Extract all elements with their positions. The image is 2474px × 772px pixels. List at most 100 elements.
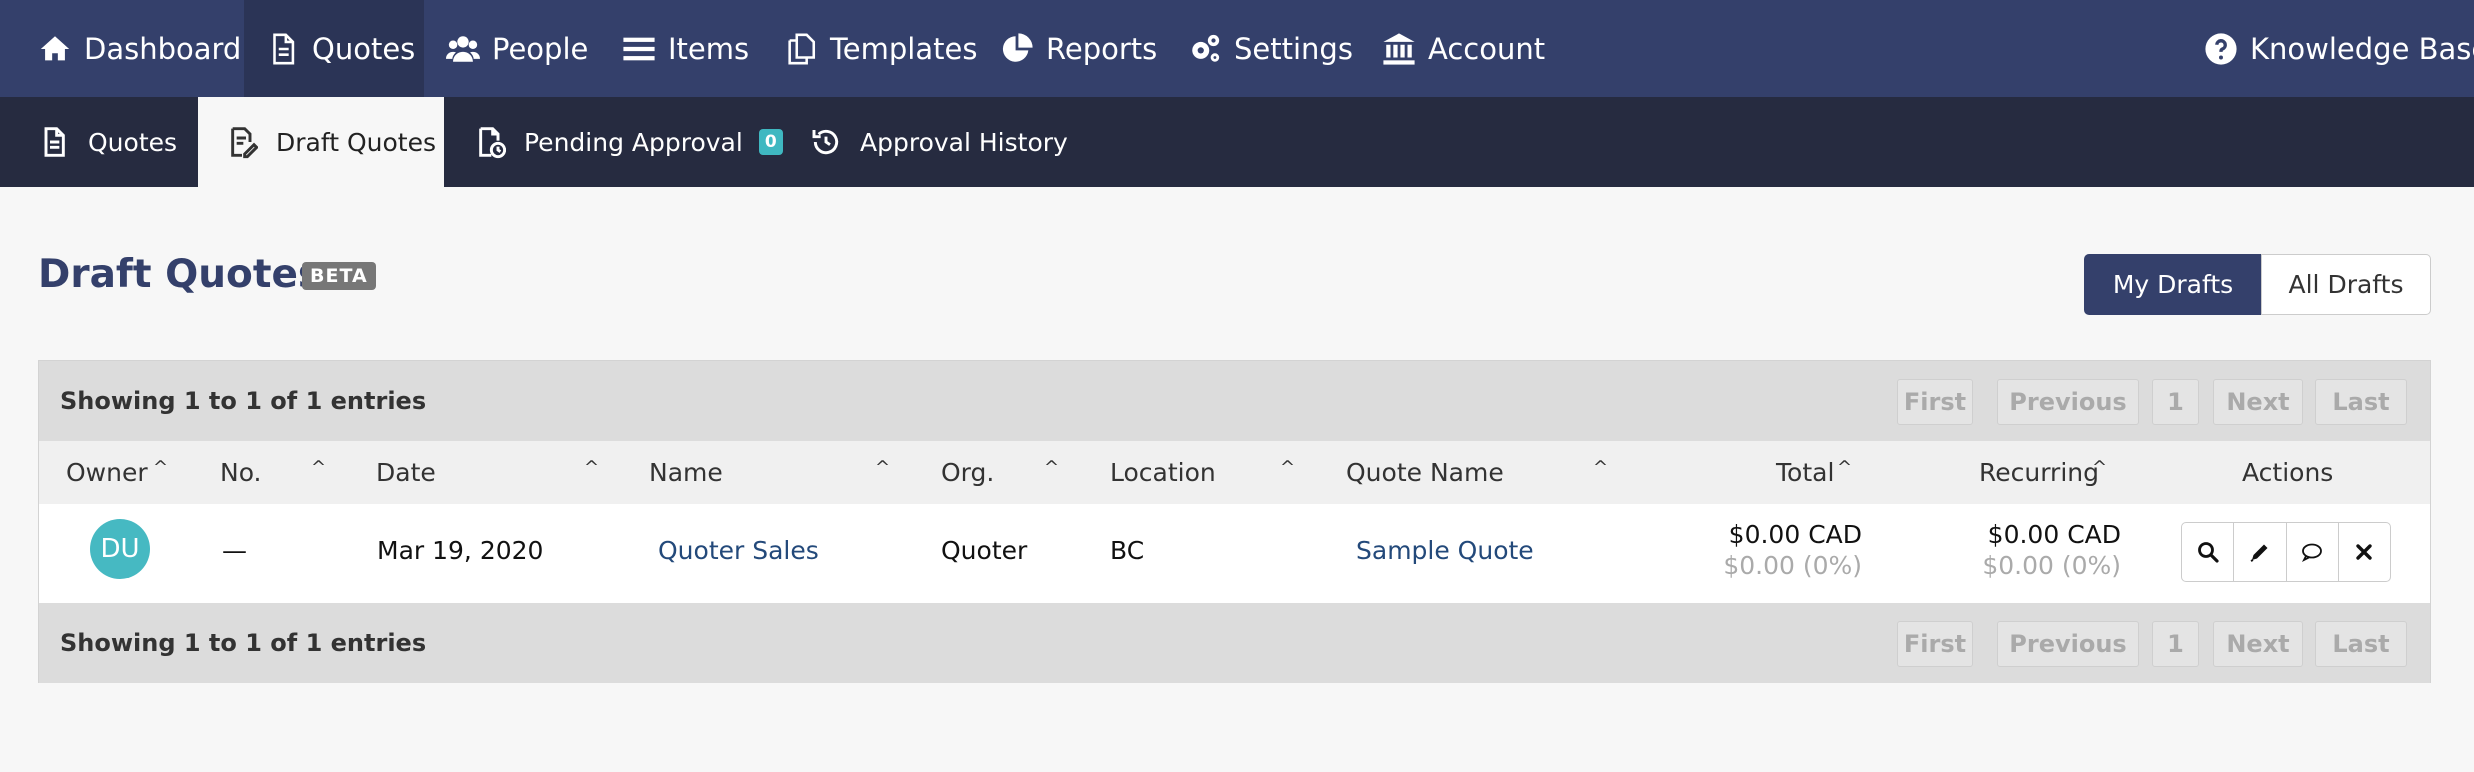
column-actions-label: Actions [2242, 458, 2334, 487]
edit-document-icon [231, 127, 258, 159]
column-number[interactable]: No. [220, 441, 262, 504]
column-recurring[interactable]: Recurring [1979, 441, 2099, 504]
pager-first-bottom[interactable]: First [1897, 621, 1973, 667]
column-location[interactable]: Location [1110, 441, 1216, 504]
nav-reports-label: Reports [1046, 31, 1158, 66]
column-name-label: Name [649, 458, 723, 487]
row-actions [2181, 522, 2391, 582]
sort-recurring-icon[interactable]: ^ [2092, 457, 2107, 478]
column-name[interactable]: Name [649, 441, 723, 504]
pending-count-badge: 0 [758, 129, 783, 155]
pager-first-top[interactable]: First [1897, 379, 1973, 425]
row-quote-name-link[interactable]: Sample Quote [1356, 536, 1534, 565]
pager-page-top[interactable]: 1 [2152, 379, 2199, 425]
view-button[interactable] [2182, 523, 2235, 581]
nav-templates[interactable]: Templates [784, 0, 977, 97]
row-total: $0.00 CAD $0.00 (0%) [1619, 520, 1862, 580]
nav-dashboard[interactable]: Dashboard [38, 0, 241, 97]
home-icon [40, 35, 70, 60]
row-total-value: $0.00 CAD [1728, 520, 1862, 549]
table-header-bar: Showing 1 to 1 of 1 entries First Previo… [39, 361, 2430, 441]
subnav-approval-history-label: Approval History [860, 127, 1068, 157]
entries-info-top: Showing 1 to 1 of 1 entries [60, 387, 427, 415]
list-icon [623, 37, 655, 60]
my-drafts-button[interactable]: My Drafts [2084, 254, 2262, 315]
beta-badge: BETA [302, 262, 376, 290]
subnav-quotes[interactable]: Quotes [38, 97, 197, 187]
copy-icon [788, 33, 816, 64]
column-owner[interactable]: Owner [66, 441, 148, 504]
document-icon [44, 127, 65, 157]
users-icon [446, 35, 480, 62]
pager-previous-top[interactable]: Previous [1997, 379, 2139, 425]
column-location-label: Location [1110, 458, 1216, 487]
column-quote-name[interactable]: Quote Name [1346, 441, 1504, 504]
pager-page-bottom[interactable]: 1 [2152, 621, 2199, 667]
sort-total-icon[interactable]: ^ [1837, 457, 1852, 478]
pager-last-bottom[interactable]: Last [2315, 621, 2407, 667]
bank-icon [1383, 32, 1415, 65]
row-location: BC [1110, 536, 1145, 565]
document-icon [273, 33, 295, 64]
all-drafts-button[interactable]: All Drafts [2261, 254, 2431, 315]
row-org: Quoter [941, 536, 1028, 565]
gears-icon [1192, 34, 1220, 62]
row-number: — [222, 536, 247, 565]
delete-button[interactable] [2339, 523, 2390, 581]
column-number-label: No. [220, 458, 262, 487]
subnav-pending-approval-label: Pending Approval [524, 127, 743, 157]
sort-location-icon[interactable]: ^ [1280, 457, 1295, 478]
help-icon [2205, 32, 2237, 65]
table-column-headers: Owner ^ No. ^ Date ^ Name ^ Org. ^ Locat… [39, 441, 2430, 504]
nav-quotes[interactable]: Quotes [244, 0, 424, 97]
nav-account[interactable]: Account [1382, 0, 1545, 97]
row-name-link[interactable]: Quoter Sales [658, 536, 819, 565]
subnav-draft-quotes[interactable]: Draft Quotes [198, 97, 444, 187]
nav-settings[interactable]: Settings [1188, 0, 1353, 97]
nav-dashboard-label: Dashboard [84, 31, 242, 66]
owner-avatar: DU [90, 519, 150, 579]
edit-button[interactable] [2234, 523, 2287, 581]
sub-nav: Quotes Draft Quotes Pending Approval 0 A… [0, 97, 2474, 187]
nav-reports[interactable]: Reports [1000, 0, 1157, 97]
subnav-quotes-label: Quotes [88, 127, 178, 157]
column-quote-name-label: Quote Name [1346, 458, 1504, 487]
sort-name-icon[interactable]: ^ [875, 457, 890, 478]
table-row: DU — Mar 19, 2020 Quoter Sales Quoter BC… [39, 504, 2430, 603]
nav-quotes-label: Quotes [312, 31, 416, 66]
nav-knowledge-base-label: Knowledge Base [2250, 31, 2474, 66]
nav-people[interactable]: People [446, 0, 588, 97]
clock-document-icon [479, 127, 506, 159]
search-icon [2197, 542, 2219, 563]
history-icon [812, 129, 839, 155]
nav-knowledge-base[interactable]: Knowledge Base [2204, 0, 2474, 97]
subnav-pending-approval[interactable]: Pending Approval 0 [474, 97, 783, 187]
sort-owner-icon[interactable]: ^ [153, 457, 168, 478]
nav-items-label: Items [668, 31, 750, 66]
pager-next-bottom[interactable]: Next [2213, 621, 2303, 667]
pager-last-top[interactable]: Last [2315, 379, 2407, 425]
row-recurring-sub: $0.00 (0%) [1982, 551, 2121, 580]
nav-items[interactable]: Items [622, 0, 749, 97]
entries-info-bottom: Showing 1 to 1 of 1 entries [60, 629, 427, 657]
drafts-table: Showing 1 to 1 of 1 entries First Previo… [38, 360, 2431, 683]
nav-account-label: Account [1428, 31, 1546, 66]
pager-next-top[interactable]: Next [2213, 379, 2303, 425]
column-org[interactable]: Org. [941, 441, 994, 504]
pager-previous-bottom[interactable]: Previous [1997, 621, 2139, 667]
comment-button[interactable] [2287, 523, 2339, 581]
column-date[interactable]: Date [376, 441, 436, 504]
sort-number-icon[interactable]: ^ [311, 457, 326, 478]
pie-chart-icon [1002, 32, 1033, 62]
subnav-draft-quotes-label: Draft Quotes [276, 127, 436, 157]
sort-date-icon[interactable]: ^ [584, 457, 599, 478]
sort-quote-name-icon[interactable]: ^ [1593, 457, 1608, 478]
column-total-label: Total [1776, 458, 1835, 487]
column-total[interactable]: Total [1776, 441, 1834, 504]
sort-org-icon[interactable]: ^ [1044, 457, 1059, 478]
row-date: Mar 19, 2020 [377, 536, 544, 565]
top-nav: Dashboard Quotes People Items Templates … [0, 0, 2474, 97]
table-footer-bar: Showing 1 to 1 of 1 entries First Previo… [39, 603, 2430, 683]
subnav-approval-history[interactable]: Approval History [810, 97, 1068, 187]
column-org-label: Org. [941, 458, 995, 487]
